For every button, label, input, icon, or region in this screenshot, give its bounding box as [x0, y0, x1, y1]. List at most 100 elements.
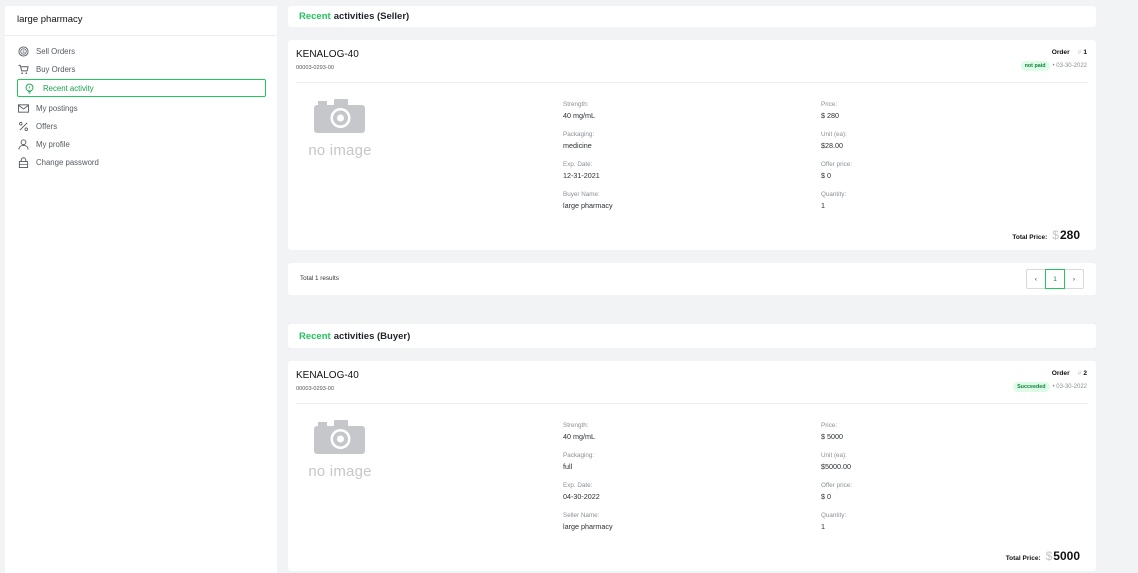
- field-label: Offer price:: [821, 482, 853, 489]
- field-label: Packaging:: [563, 131, 595, 138]
- field-value: medicine: [563, 141, 592, 150]
- total-price-label: Total Price:: [1012, 234, 1048, 241]
- field-label: Quantity:: [821, 191, 847, 198]
- order-label: Order: [1051, 49, 1070, 56]
- field-value: 1: [821, 201, 825, 210]
- field-offer-price: Offer price: $ 0: [821, 482, 852, 501]
- field-label: Strength:: [563, 101, 589, 108]
- field-label: Strength:: [563, 422, 589, 429]
- buyer-section-header: Recent activities (Buyer): [288, 324, 1096, 348]
- sidebar: large pharmacy $ Sell Orders Buy Orders …: [5, 6, 277, 573]
- total-price: Total Price: $ 5000: [1006, 549, 1080, 563]
- field-value: $28.00: [821, 141, 843, 150]
- sidebar-item-label: Sell Orders: [36, 46, 75, 56]
- total-price: Total Price: $ 280: [1012, 228, 1080, 242]
- field-buyer-name: Buyer Name: large pharmacy: [563, 191, 613, 210]
- user-icon: [18, 138, 29, 150]
- field-price: Price: $ 5000: [821, 422, 843, 441]
- field-quantity: Quantity: 1: [821, 191, 846, 210]
- field-exp-date: Exp. Date: 12-31-2021: [563, 161, 600, 180]
- field-unit-price: Unit (ea): $28.00: [821, 131, 847, 150]
- pagination: ‹ 1 ›: [1026, 269, 1084, 289]
- sidebar-item-my-postings[interactable]: My postings: [17, 99, 266, 117]
- field-value: 04-30-2022: [563, 492, 600, 501]
- results-count: Total 1 results: [300, 275, 339, 282]
- field-label: Unit (ea):: [821, 452, 847, 459]
- buyer-section-title: Recent activities (Buyer): [288, 324, 1096, 348]
- pagination-bar: Total 1 results ‹ 1 ›: [288, 263, 1096, 295]
- field-value: large pharmacy: [563, 522, 613, 531]
- card-divider: [296, 403, 1088, 404]
- field-value: 12-31-2021: [563, 171, 600, 180]
- field-value: $ 0: [821, 492, 831, 501]
- total-price-value: 280: [1059, 228, 1080, 242]
- no-image-label: no image: [308, 463, 372, 480]
- product-ndc: 00003-0293-00: [296, 386, 334, 392]
- sidebar-item-label: Buy Orders: [36, 64, 76, 74]
- camera-icon: [314, 99, 365, 133]
- order-hash: #: [1077, 370, 1082, 377]
- field-value: $5000.00: [821, 462, 851, 471]
- mail-icon: [18, 103, 29, 114]
- dollar-circle-icon: $: [18, 45, 29, 57]
- sidebar-item-offers[interactable]: Offers: [17, 117, 266, 135]
- field-value: 1: [821, 522, 825, 531]
- total-price-label: Total Price:: [1005, 555, 1041, 562]
- order-date: • 03-30-2022: [1052, 63, 1087, 69]
- no-image-placeholder: no image: [304, 418, 376, 480]
- field-exp-date: Exp. Date: 04-30-2022: [563, 482, 600, 501]
- field-value: full: [563, 462, 573, 471]
- order-hash: #: [1077, 49, 1082, 56]
- field-value: $ 5000: [821, 432, 843, 441]
- status-badge: Succeeded: [1013, 382, 1050, 392]
- sidebar-item-sell-orders[interactable]: $ Sell Orders: [17, 42, 266, 60]
- no-image-label: no image: [308, 142, 372, 159]
- order-label: Order: [1051, 370, 1070, 377]
- sidebar-item-label: Change password: [36, 157, 99, 167]
- product-ndc: 00003-0293-00: [296, 65, 334, 71]
- field-label: Seller Name:: [563, 512, 600, 519]
- seller-order-card: KENALOG-40 00003-0293-00 Order # 1 not p…: [288, 40, 1096, 250]
- no-image-placeholder: no image: [304, 97, 376, 159]
- next-page-button[interactable]: ›: [1064, 269, 1084, 289]
- field-value: $ 280: [821, 111, 839, 120]
- status-badge: not paid: [1020, 61, 1050, 71]
- section-title-highlight: Recent: [299, 11, 331, 22]
- field-label: Price:: [821, 101, 838, 108]
- page-1-button[interactable]: 1: [1045, 269, 1065, 289]
- field-value: 40 mg/mL: [563, 432, 595, 441]
- section-title-highlight: Recent: [299, 330, 331, 342]
- product-name: KENALOG-40: [296, 370, 359, 381]
- order-number: Order # 2: [1052, 370, 1087, 377]
- field-label: Exp. Date:: [563, 161, 593, 168]
- sidebar-item-buy-orders[interactable]: Buy Orders: [17, 60, 266, 78]
- prev-page-button[interactable]: ‹: [1026, 269, 1046, 289]
- field-price: Price: $ 280: [821, 101, 839, 120]
- svg-text:$: $: [22, 49, 25, 54]
- field-value: large pharmacy: [563, 201, 613, 210]
- seller-section-header: Recent activities (Seller): [288, 6, 1096, 27]
- field-offer-price: Offer price: $ 0: [821, 161, 852, 180]
- currency-symbol: $: [1052, 228, 1059, 242]
- product-name: KENALOG-40: [296, 49, 359, 60]
- sidebar-item-label: Recent activity: [43, 83, 94, 93]
- field-strength: Strength: 40 mg/mL: [563, 101, 595, 120]
- field-seller-name: Seller Name: large pharmacy: [563, 512, 613, 531]
- order-date: • 03-30-2022: [1052, 384, 1087, 390]
- sidebar-item-label: My profile: [36, 139, 70, 149]
- sidebar-item-change-password[interactable]: Change password: [17, 153, 266, 171]
- section-title-text: activities (Seller): [333, 11, 410, 22]
- sidebar-item-my-profile[interactable]: My profile: [17, 135, 266, 153]
- field-label: Price:: [821, 422, 838, 429]
- sidebar-item-recent-activity[interactable]: Recent activity: [17, 79, 266, 97]
- currency-symbol: $: [1045, 549, 1053, 563]
- account-name: large pharmacy: [17, 14, 83, 25]
- sidebar-item-label: Offers: [36, 121, 58, 131]
- field-packaging: Packaging: medicine: [563, 131, 594, 150]
- cart-icon: [18, 64, 29, 75]
- order-number: Order # 1: [1052, 49, 1087, 56]
- field-label: Packaging:: [563, 452, 595, 459]
- lightbulb-icon: [24, 83, 35, 94]
- field-unit-price: Unit (ea): $5000.00: [821, 452, 851, 471]
- section-title-text: activities (Buyer): [333, 330, 411, 342]
